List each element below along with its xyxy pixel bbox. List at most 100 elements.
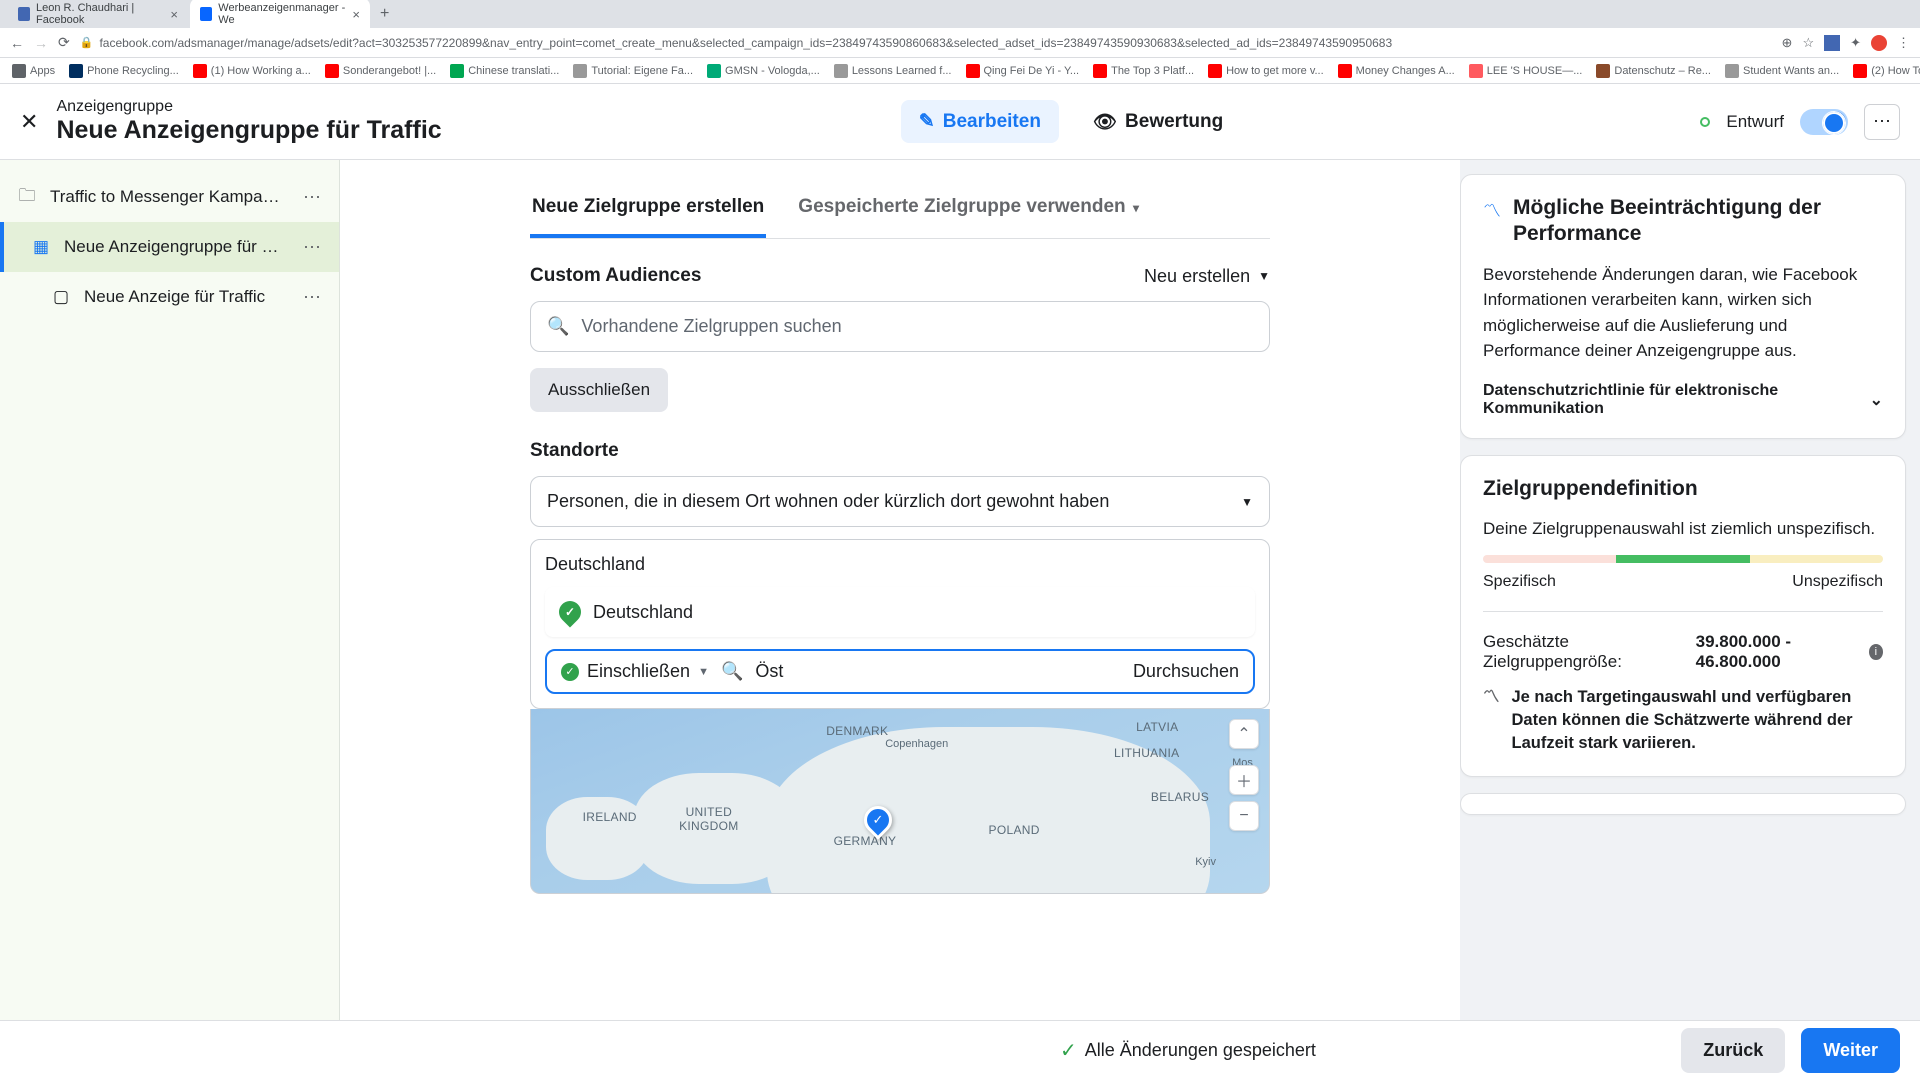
search-icon: 🔍 <box>721 661 743 682</box>
bookmark-item[interactable]: Money Changes A... <box>1338 64 1455 78</box>
country-item[interactable]: Deutschland <box>545 587 1255 637</box>
map-label: Copenhagen <box>885 738 948 750</box>
caret-down-icon: ▼ <box>698 666 709 678</box>
privacy-expand[interactable]: Datenschutzrichtlinie für elektronische … <box>1483 382 1883 418</box>
pencil-icon: ✎ <box>919 110 935 133</box>
tab-saved-audience[interactable]: Gespeicherte Zielgruppe verwenden ▾ <box>796 180 1141 238</box>
center-column: Neue Zielgruppe erstellen Gespeicherte Z… <box>340 160 1460 1020</box>
zoom-in-button[interactable]: ＋ <box>1229 765 1259 795</box>
status-text: Entwurf <box>1726 112 1784 132</box>
close-icon[interactable]: × <box>170 7 178 22</box>
card-title: Mögliche Beeinträchtigung der Performanc… <box>1513 195 1883 248</box>
nav-adset[interactable]: ▦ Neue Anzeigengruppe für … ⋯ <box>0 222 339 272</box>
estimate-note: Je nach Targetingauswahl und verfügbaren… <box>1512 686 1884 755</box>
more-icon[interactable]: ⋯ <box>303 237 323 258</box>
page-header: ✕ Anzeigengruppe Neue Anzeigengruppe für… <box>0 84 1920 160</box>
back-button[interactable]: Zurück <box>1681 1028 1785 1073</box>
page-title: Neue Anzeigengruppe für Traffic <box>56 116 441 145</box>
folder-icon: 🗀 <box>16 186 38 208</box>
more-icon[interactable]: ⋯ <box>303 187 323 208</box>
nav-label: Neue Anzeige für Traffic <box>84 287 265 307</box>
nav-label: Neue Anzeigengruppe für … <box>64 237 279 257</box>
status-dot-icon <box>1700 117 1710 127</box>
gauge-label-unspecific: Unspezifisch <box>1792 573 1883 591</box>
location-input[interactable] <box>755 661 1121 682</box>
map-label: Kyiv <box>1195 856 1216 868</box>
new-tab-button[interactable]: + <box>372 5 397 23</box>
zoom-reset-button[interactable]: ⌃ <box>1229 719 1259 749</box>
bookmark-item[interactable]: How to get more v... <box>1208 64 1324 78</box>
trend-icon: 〽 <box>1483 197 1501 223</box>
audience-definition-card: Zielgruppendefinition Deine Zielgruppena… <box>1460 455 1906 777</box>
search-placeholder: Vorhandene Zielgruppen suchen <box>581 316 841 337</box>
bookmark-item[interactable]: Tutorial: Eigene Fa... <box>573 64 693 78</box>
browser-chrome: Leon R. Chaudhari | Facebook× Werbeanzei… <box>0 0 1920 84</box>
reload-icon[interactable]: ⟳ <box>58 34 70 51</box>
bookmark-item[interactable]: GMSN - Vologda,... <box>707 64 820 78</box>
audience-gauge <box>1483 555 1883 563</box>
bookmark-item[interactable]: Lessons Learned f... <box>834 64 952 78</box>
new-create-dropdown[interactable]: Neu erstellen▼ <box>1144 266 1270 287</box>
eye-icon: 👁 <box>1093 110 1117 134</box>
bookmark-item[interactable]: The Top 3 Platf... <box>1093 64 1194 78</box>
country-heading: Deutschland <box>545 554 1255 575</box>
bookmark-item[interactable]: Qing Fei De Yi - Y... <box>966 64 1080 78</box>
star-icon[interactable]: ☆ <box>1802 35 1814 51</box>
performance-card: 〽 Mögliche Beeinträchtigung der Performa… <box>1460 174 1906 439</box>
map-label: IRELAND <box>583 810 637 824</box>
review-button[interactable]: 👁Bewertung <box>1075 100 1241 144</box>
more-button[interactable]: ⋯ <box>1864 104 1900 140</box>
content-row: 🗀 Traffic to Messenger Kampa… ⋯ ▦ Neue A… <box>0 160 1920 1020</box>
close-button[interactable]: ✕ <box>20 109 38 135</box>
map-label: LITHUANIA <box>1114 746 1179 760</box>
more-icon[interactable]: ⋯ <box>303 287 323 308</box>
fb-ext-icon[interactable] <box>1824 35 1840 51</box>
check-icon: ✓ <box>561 663 579 681</box>
select-value: Personen, die in diesem Ort wohnen oder … <box>547 491 1109 512</box>
address-bar[interactable]: 🔒facebook.com/adsmanager/manage/adsets/e… <box>80 36 1772 50</box>
bookmark-item[interactable]: Sonderangebot! |... <box>325 64 436 78</box>
extensions-icon[interactable]: ✦ <box>1850 35 1861 51</box>
map-label: BELARUS <box>1151 790 1209 804</box>
nav-ad[interactable]: ▢ Neue Anzeige für Traffic ⋯ <box>0 272 339 322</box>
bookmark-item[interactable]: Student Wants an... <box>1725 64 1839 78</box>
bookmark-item[interactable]: Datenschutz – Re... <box>1596 64 1711 78</box>
bookmark-item[interactable]: (1) How Working a... <box>193 64 311 78</box>
estimate-row: Geschätzte Zielgruppengröße: 39.800.000 … <box>1483 632 1883 672</box>
menu-icon[interactable]: ⋮ <box>1897 35 1910 51</box>
search-icon: 🔍 <box>547 316 569 337</box>
close-icon[interactable]: × <box>352 7 360 22</box>
forward-icon[interactable]: → <box>34 35 48 51</box>
profile-icon[interactable] <box>1871 35 1887 51</box>
zoom-out-button[interactable]: − <box>1229 801 1259 831</box>
bookmark-item[interactable]: (2) How To Add A... <box>1853 64 1920 78</box>
include-dropdown[interactable]: ✓ Einschließen ▼ <box>561 661 709 682</box>
edit-button[interactable]: ✎Bearbeiten <box>901 100 1059 143</box>
people-select[interactable]: Personen, die in diesem Ort wohnen oder … <box>530 476 1270 527</box>
grid-icon: ▦ <box>30 236 52 258</box>
nav-campaign[interactable]: 🗀 Traffic to Messenger Kampa… ⋯ <box>0 172 339 222</box>
back-icon[interactable]: ← <box>10 35 24 51</box>
browser-tab[interactable]: Leon R. Chaudhari | Facebook× <box>8 0 188 30</box>
map-label: UNITED KINGDOM <box>664 805 754 833</box>
bookmark-item[interactable]: Apps <box>12 64 55 78</box>
exclude-button[interactable]: Ausschließen <box>530 368 668 412</box>
custom-audience-search[interactable]: 🔍 Vorhandene Zielgruppen suchen <box>530 301 1270 352</box>
bookmark-item[interactable]: Chinese translati... <box>450 64 559 78</box>
check-icon: ✓ <box>1060 1038 1077 1063</box>
info-icon[interactable]: i <box>1869 644 1883 660</box>
location-map[interactable]: DENMARK Copenhagen LATVIA LITHUANIA Mos … <box>530 709 1270 894</box>
audience-tabs: Neue Zielgruppe erstellen Gespeicherte Z… <box>530 180 1270 239</box>
browser-tab[interactable]: Werbeanzeigenmanager - We× <box>190 0 370 30</box>
browse-button[interactable]: Durchsuchen <box>1133 661 1239 682</box>
zoom-icon[interactable]: ⊕ <box>1782 35 1793 51</box>
bookmark-item[interactable]: LEE 'S HOUSE—... <box>1469 64 1583 78</box>
bookmark-item[interactable]: Phone Recycling... <box>69 64 179 78</box>
next-button[interactable]: Weiter <box>1801 1028 1900 1073</box>
eyebrow-text: Anzeigengruppe <box>56 98 441 116</box>
map-label: POLAND <box>989 823 1040 837</box>
status-toggle[interactable] <box>1800 109 1848 135</box>
bookmarks-bar: Apps Phone Recycling... (1) How Working … <box>0 58 1920 84</box>
country-name: Deutschland <box>593 602 693 623</box>
tab-create-audience[interactable]: Neue Zielgruppe erstellen <box>530 180 766 238</box>
